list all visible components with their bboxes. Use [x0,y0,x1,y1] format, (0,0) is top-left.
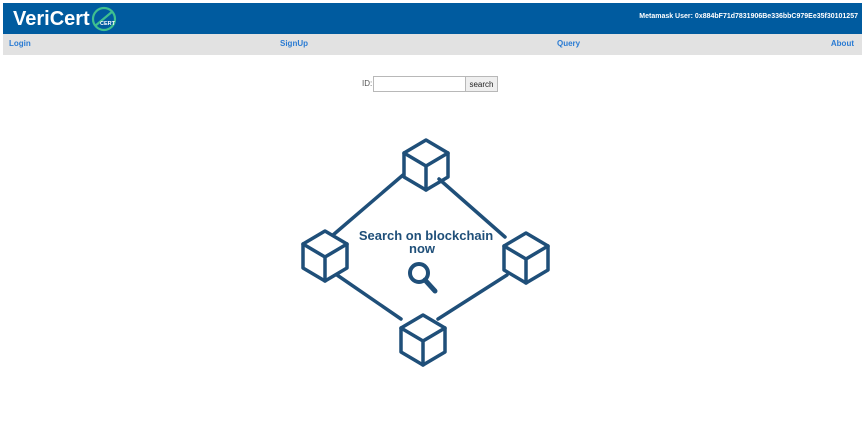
block-bottom-icon [399,313,447,367]
brand[interactable]: VeriCert CERT [13,6,117,32]
metamask-address: 0x884bF71d7831906Be336bbC979Ee35f3010125… [694,13,858,20]
nav-query[interactable]: Query [557,39,580,48]
illustration-line2: now [409,241,436,256]
scrollbar[interactable] [862,3,867,422]
metamask-label: Metamask User: [639,13,693,20]
block-top-icon [402,138,450,192]
id-label: ID: [362,79,373,88]
metamask-user: Metamask User: 0x884bF71d7831906Be336bbC… [639,13,858,20]
blockchain-illustration: Search on blockchain now [301,138,550,367]
nav-login[interactable]: Login [9,39,31,48]
search-form: ID: search [3,75,862,93]
search-button[interactable]: search [465,76,498,92]
block-left-icon [301,229,349,283]
nav-bar: Login SignUp Query About [3,34,862,55]
chain-link-bottom-left [335,273,403,321]
block-right-icon [502,231,550,285]
header-bar: VeriCert CERT Metamask User: 0x884bF71d7… [3,3,862,34]
nav-signup[interactable]: SignUp [280,39,308,48]
chain-link-right-bottom [436,273,509,321]
page: VeriCert CERT Metamask User: 0x884bF71d7… [3,3,862,422]
nav-about[interactable]: About [831,39,854,48]
brand-name: VeriCert [13,8,90,30]
chain-link-left-top [331,173,405,237]
cert-logo-icon: CERT [91,6,116,32]
id-input[interactable] [373,76,470,92]
logo-text: CERT [100,21,116,27]
magnifier-icon [408,262,438,294]
